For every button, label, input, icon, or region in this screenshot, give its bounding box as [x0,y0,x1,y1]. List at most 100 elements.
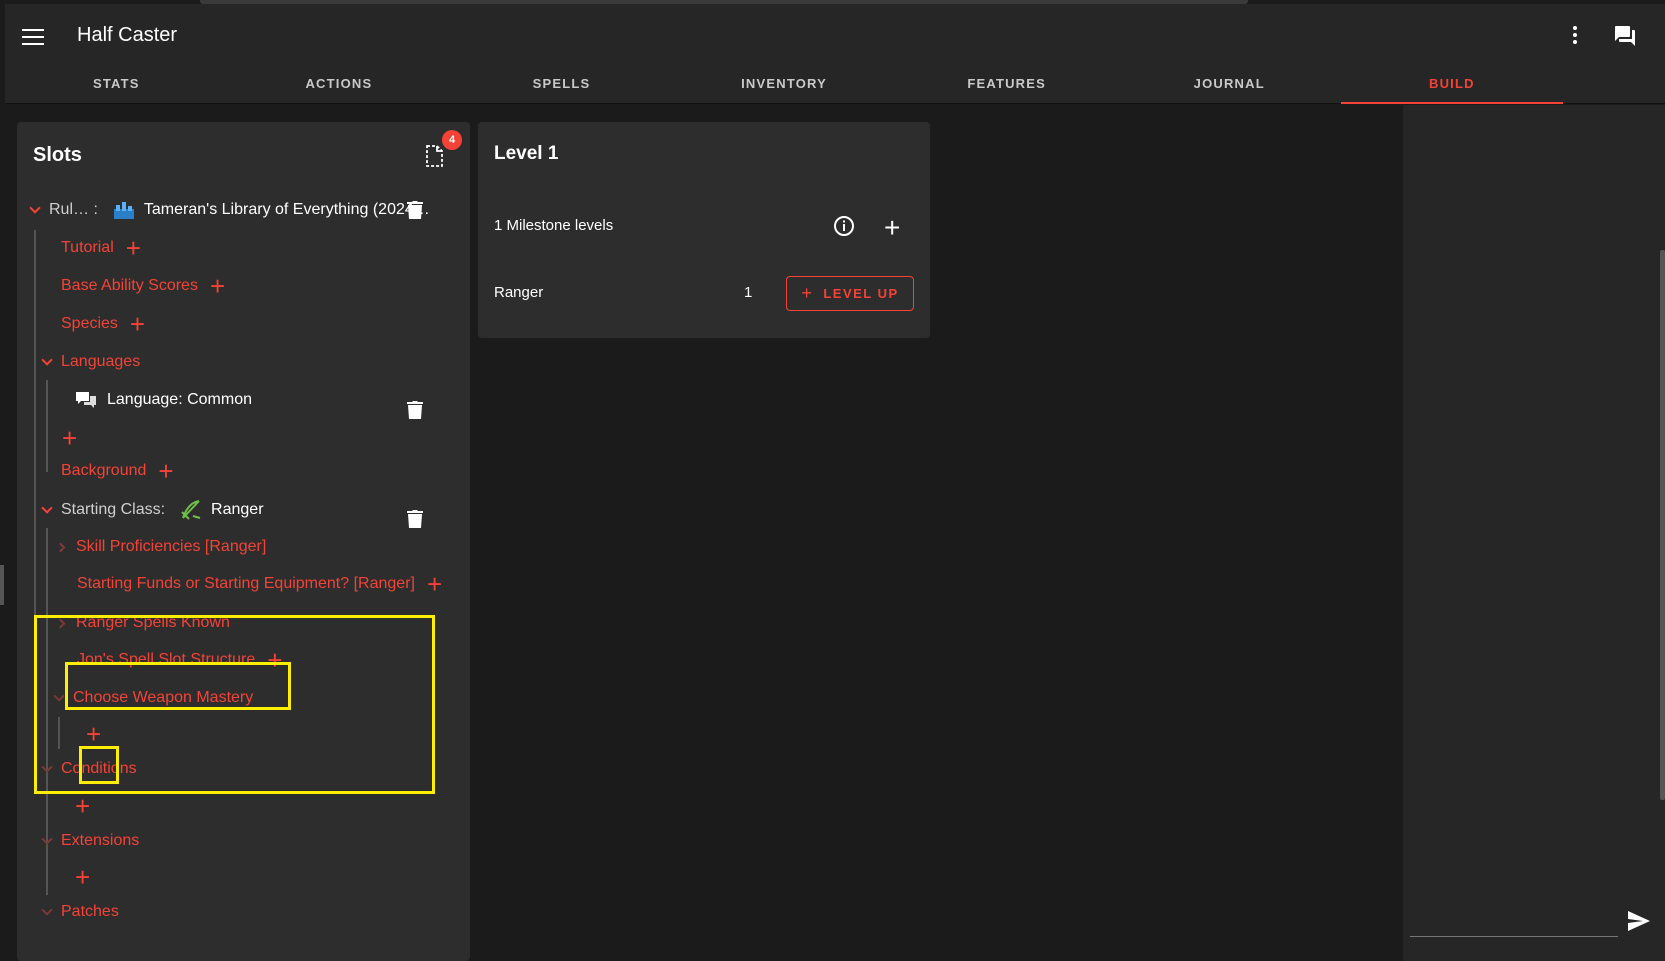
patches-label: Patches [61,903,119,920]
chat-scrollbar[interactable] [1660,250,1665,800]
menu-button[interactable] [22,26,44,46]
chevron-down-icon[interactable] [41,353,53,366]
chevron-down-icon[interactable] [41,501,53,514]
add-condition-button[interactable]: + [75,793,90,819]
base-ability-scores-label: Base Ability Scores [61,277,198,294]
add-milestone-button[interactable]: + [884,212,900,244]
add-tutorial-button[interactable]: + [126,235,141,261]
library-icon [113,202,134,219]
menu-icon-bar [22,36,44,38]
tab-bar: STATS ACTIONS SPELLS INVENTORY FEATURES … [5,59,1635,104]
add-species-button[interactable]: + [130,311,145,337]
languages-row[interactable]: Languages [41,350,141,374]
delete-icon[interactable] [407,200,423,220]
add-background-button[interactable]: + [158,458,173,484]
info-icon[interactable] [833,215,855,237]
background-row[interactable]: Background + [61,458,174,484]
chevron-right-icon[interactable] [55,542,66,552]
level-card: Level 1 1 Milestone levels + Ranger 1 + … [478,122,930,338]
spell-slot-structure-label: Jon's Spell Slot Structure [77,651,256,668]
add-condition-row: + [75,793,90,819]
starting-funds-row[interactable]: Starting Funds or Starting Equipment? [R… [77,571,442,597]
patches-row[interactable]: Patches [41,900,119,924]
slots-title: Slots [33,144,82,166]
tab-actions[interactable]: ACTIONS [228,59,451,104]
tree-line [46,859,48,895]
tab-stats[interactable]: STATS [5,59,228,104]
app-title: Half Caster [77,24,178,46]
background-label: Background [61,462,147,479]
starting-class-row[interactable]: Starting Class: Ranger [41,498,264,522]
chat-pane [1403,105,1665,961]
starting-class-label: Starting Class: [61,501,166,518]
class-name: Ranger [494,284,544,301]
tab-build[interactable]: BUILD [1340,59,1564,104]
menu-icon-bar [22,43,44,45]
rules-row[interactable]: Rul… : Tameran's Library of Everything (… [29,198,430,222]
document-icon[interactable] [424,144,446,168]
add-weapon-mastery-row: + [86,721,101,747]
delete-icon[interactable] [407,509,423,529]
menu-icon-bar [22,29,44,31]
chevron-down-icon[interactable] [41,760,53,773]
ranger-spells-known-row[interactable]: Ranger Spells Known [55,611,230,635]
choose-weapon-mastery-label: Choose Weapon Mastery [73,689,254,706]
notification-badge: 4 [442,130,462,150]
slots-card: Slots 4 Rul… : Tameran's Library of Ever… [17,122,470,961]
starting-funds-label: Starting Funds or Starting Equipment? [R… [77,575,415,592]
add-ability-scores-button[interactable]: + [210,273,225,299]
species-label: Species [61,315,118,332]
tutorial-row[interactable]: Tutorial + [61,235,141,261]
starting-class-value: Ranger [211,501,264,518]
ranger-class-icon [181,500,201,520]
app-bar: Half Caster STATS ACTIONS SPELLS INVENTO… [5,4,1665,104]
tab-spells[interactable]: SPELLS [450,59,673,104]
send-icon[interactable] [1627,910,1651,932]
delete-icon[interactable] [407,400,423,420]
tab-features[interactable]: FEATURES [895,59,1118,104]
chevron-down-icon[interactable] [41,832,53,845]
languages-label: Languages [61,353,141,370]
language-common-row[interactable]: Language: Common [75,388,252,412]
chevron-down-icon[interactable] [53,689,65,702]
level-title: Level 1 [494,143,559,164]
extensions-label: Extensions [61,832,140,849]
chevron-down-icon[interactable] [41,903,53,916]
add-starting-funds-button[interactable]: + [427,571,442,597]
tree-line [46,380,48,472]
class-level: 1 [744,284,753,301]
speech-bubbles-icon [76,392,96,408]
plus-icon: + [801,283,814,303]
chevron-right-icon[interactable] [55,618,66,628]
add-extension-button[interactable]: + [75,864,90,890]
tab-inventory[interactable]: INVENTORY [673,59,896,104]
spell-slot-structure-row[interactable]: Jon's Spell Slot Structure + [77,647,282,673]
left-scroll-handle[interactable] [0,565,4,605]
species-row[interactable]: Species + [61,311,145,337]
conditions-label: Conditions [61,760,137,777]
add-language-button[interactable]: + [62,425,77,451]
chat-input[interactable] [1410,936,1618,937]
level-up-button[interactable]: + LEVEL UP [786,276,914,311]
tab-journal[interactable]: JOURNAL [1118,59,1341,104]
extensions-row[interactable]: Extensions [41,829,140,853]
tree-line [46,787,48,823]
chat-icon[interactable] [1613,24,1637,48]
app-root: Half Caster STATS ACTIONS SPELLS INVENTO… [0,0,1665,961]
add-spell-slot-structure-button[interactable]: + [267,647,282,673]
base-ability-scores-row[interactable]: Base Ability Scores + [61,273,225,299]
skill-proficiencies-row[interactable]: Skill Proficiencies [Ranger] [55,535,267,559]
chevron-down-icon[interactable] [29,201,41,214]
more-vert-icon[interactable] [1565,24,1585,48]
tutorial-label: Tutorial [61,239,114,256]
tree-line [34,230,36,710]
choose-weapon-mastery-row[interactable]: Choose Weapon Mastery [53,686,254,710]
level-up-label: LEVEL UP [823,286,899,301]
ranger-spells-known-label: Ranger Spells Known [76,614,230,631]
add-weapon-mastery-button[interactable]: + [86,721,101,747]
rules-label: Rul… : [49,201,98,218]
add-language-row: + [62,425,77,451]
language-common-label: Language: Common [107,391,252,408]
skill-proficiencies-label: Skill Proficiencies [Ranger] [76,538,267,555]
conditions-row[interactable]: Conditions [41,757,137,781]
